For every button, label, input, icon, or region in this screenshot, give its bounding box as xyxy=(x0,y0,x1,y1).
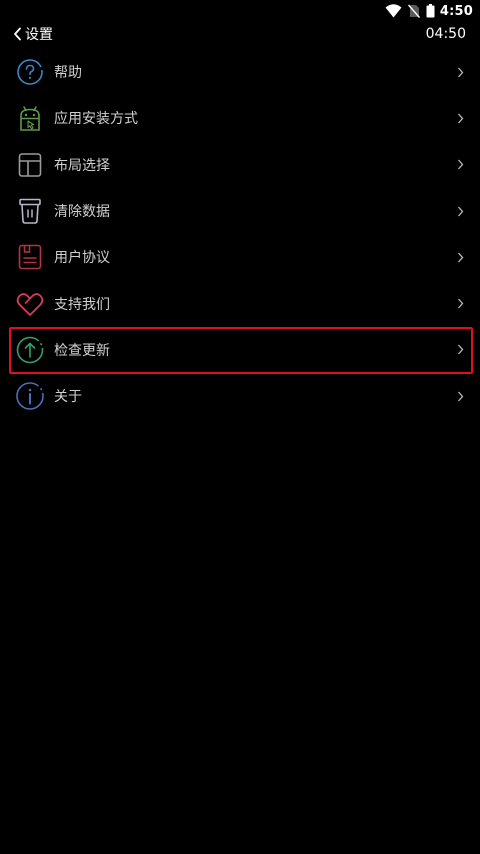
menu-item-user-agreement[interactable]: 用户协议 xyxy=(0,234,480,280)
menu-item-label: 关于 xyxy=(54,389,82,406)
battery-icon xyxy=(426,4,435,18)
upload-arrow-icon xyxy=(16,336,44,364)
chevron-right-icon xyxy=(457,252,464,263)
help-circle-icon xyxy=(16,58,44,86)
document-icon xyxy=(16,243,44,271)
chevron-right-icon xyxy=(457,391,464,402)
back-button[interactable]: 设置 xyxy=(13,24,53,44)
app-bar: 设置 04:50 xyxy=(0,22,480,48)
menu-item-about[interactable]: 关于 xyxy=(0,373,480,419)
menu-item-clear-data[interactable]: 清除数据 xyxy=(0,188,480,234)
menu-item-label: 应用安装方式 xyxy=(54,111,138,128)
heart-icon xyxy=(16,290,44,318)
chevron-left-icon xyxy=(13,27,22,41)
layout-icon xyxy=(16,151,44,179)
settings-list: 帮助 应用安装方式 布局选择 清除数据 用户协议 支持我们 检查更新 关于 xyxy=(0,49,480,419)
status-time: 4:50 xyxy=(439,3,473,19)
menu-item-layout[interactable]: 布局选择 xyxy=(0,142,480,188)
menu-item-label: 用户协议 xyxy=(54,250,110,267)
status-icons: 4:50 xyxy=(379,2,473,20)
chevron-right-icon xyxy=(457,298,464,309)
page-title: 设置 xyxy=(25,27,53,43)
chevron-right-icon xyxy=(457,206,464,217)
chevron-right-icon xyxy=(457,344,464,355)
chevron-right-icon xyxy=(457,159,464,170)
menu-item-check-update[interactable]: 检查更新 xyxy=(0,326,480,375)
menu-item-label: 帮助 xyxy=(54,65,82,82)
wifi-icon xyxy=(385,4,402,18)
chevron-right-icon xyxy=(457,113,464,124)
menu-item-label: 清除数据 xyxy=(54,204,110,221)
menu-item-help[interactable]: 帮助 xyxy=(0,49,480,95)
info-circle-icon xyxy=(16,382,44,411)
menu-item-label: 布局选择 xyxy=(54,157,110,174)
chevron-right-icon xyxy=(457,67,464,78)
menu-item-support-us[interactable]: 支持我们 xyxy=(0,280,480,326)
status-bar: 4:50 xyxy=(0,0,480,22)
no-sim-icon xyxy=(407,4,420,18)
android-icon xyxy=(16,104,44,132)
header-clock: 04:50 xyxy=(425,26,466,42)
menu-item-install-method[interactable]: 应用安装方式 xyxy=(0,95,480,141)
trash-icon xyxy=(16,197,44,225)
menu-item-label: 支持我们 xyxy=(54,296,110,313)
menu-item-label: 检查更新 xyxy=(54,342,110,359)
